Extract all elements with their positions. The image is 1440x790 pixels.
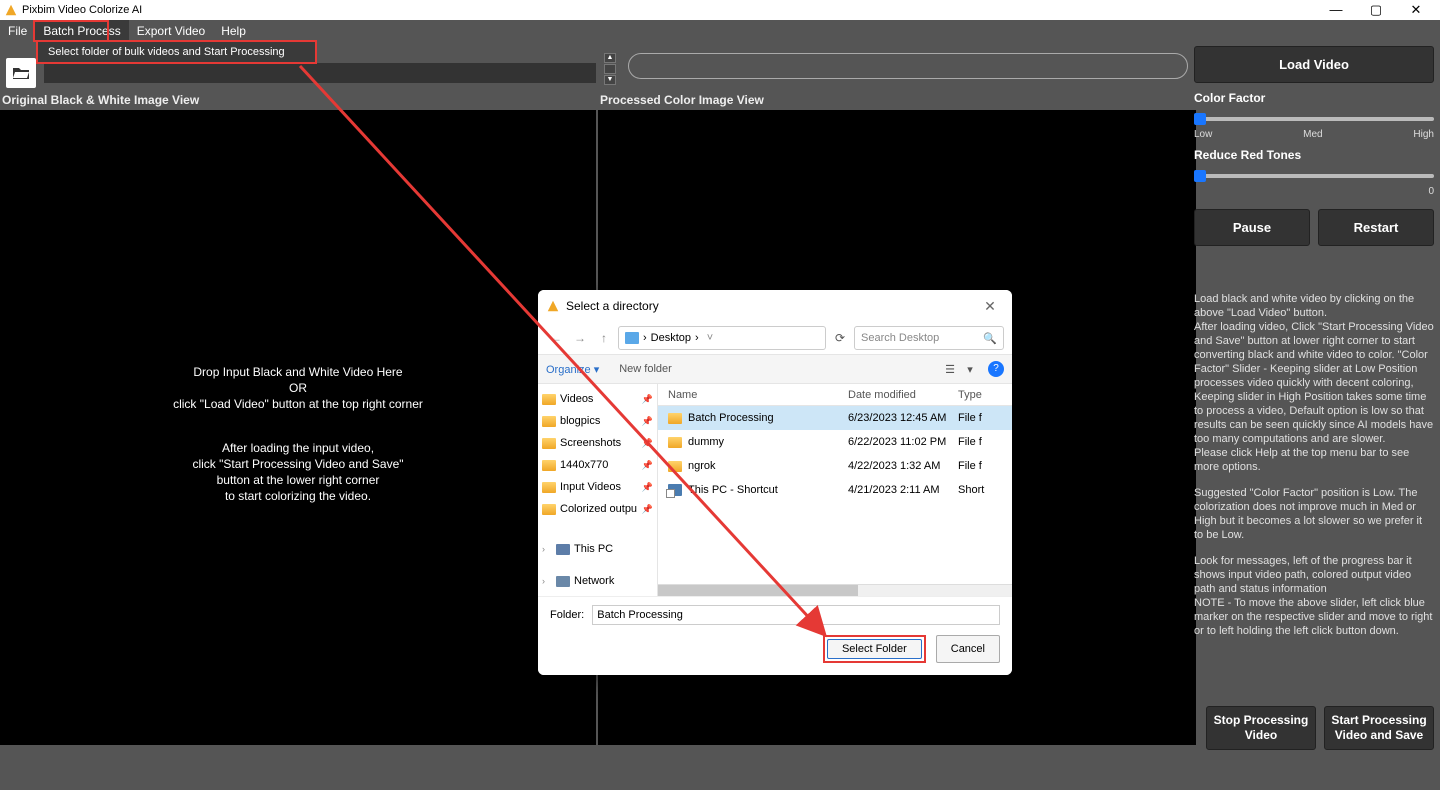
shortcut-icon [668, 484, 682, 496]
reduce-red-label: Reduce Red Tones [1194, 148, 1434, 162]
menu-help[interactable]: Help [213, 20, 254, 42]
dialog-toolbar: Organize ▾ New folder ☰ ▾ ? [538, 354, 1012, 384]
pause-button[interactable]: Pause [1194, 209, 1310, 246]
list-header[interactable]: Name Date modified Type [658, 384, 1012, 406]
load-video-button[interactable]: Load Video [1194, 46, 1434, 83]
app-title: Pixbim Video Colorize AI [22, 4, 142, 16]
dialog-help-icon[interactable]: ? [988, 361, 1004, 377]
close-button[interactable]: ✕ [1396, 0, 1436, 20]
bottom-buttons: Stop Processing Video Start Processing V… [1206, 706, 1434, 750]
file-row[interactable]: ngrok 4/22/2023 1:32 AM File f [658, 454, 1012, 478]
step-down-icon[interactable]: ▼ [604, 75, 616, 85]
dialog-nav: ← → ↑ › Desktop › ˅ ⟳ Search Desktop 🔍 [538, 322, 1012, 354]
color-factor-label: Color Factor [1194, 91, 1434, 105]
menubar: File Batch Process Export Video Help [0, 20, 1440, 42]
reduce-red-ticks: 0 [1194, 186, 1434, 197]
right-sidebar: Load Video Color Factor LowMedHigh Reduc… [1194, 46, 1434, 650]
search-input[interactable]: Search Desktop 🔍 [854, 326, 1004, 350]
desktop-icon [625, 332, 639, 344]
drop-instructions: Drop Input Black and White Video HereORc… [0, 365, 596, 505]
folder-label: Folder: [550, 609, 584, 621]
status-path-field[interactable] [628, 53, 1188, 79]
help-text: Load black and white video by clicking o… [1194, 292, 1434, 650]
nav-forward-icon[interactable]: → [570, 331, 590, 345]
frame-stepper[interactable]: ▲ ▼ [604, 53, 616, 85]
nav-up-icon[interactable]: ↑ [594, 331, 614, 345]
view-mode-dropdown-icon[interactable]: ▾ [960, 363, 980, 376]
panel-original-label: Original Black & White Image View [0, 90, 596, 110]
folder-icon [542, 394, 556, 405]
quick-access-item[interactable]: 1440x770📌 [538, 454, 657, 476]
dialog-footer: Folder: Select Folder Cancel [538, 596, 1012, 675]
dialog-close-button[interactable]: ✕ [976, 298, 1004, 315]
menu-batch-process[interactable]: Batch Process [35, 20, 128, 42]
folder-open-icon [12, 65, 30, 81]
menu-export-video[interactable]: Export Video [129, 20, 214, 42]
quick-access-item[interactable]: Colorized outpu📌 [538, 498, 657, 520]
folder-icon [542, 504, 556, 515]
pc-icon [556, 544, 570, 555]
quick-access-item[interactable]: blogpics📌 [538, 410, 657, 432]
dialog-titlebar: Select a directory ✕ [538, 290, 1012, 322]
folder-name-input[interactable] [592, 605, 1000, 625]
step-up-icon[interactable]: ▲ [604, 53, 616, 63]
step-mid-icon[interactable] [604, 64, 616, 74]
quick-access-item[interactable]: Screenshots📌 [538, 432, 657, 454]
folder-icon [542, 438, 556, 449]
dialog-app-icon [546, 299, 560, 313]
select-folder-button[interactable]: Select Folder [827, 639, 922, 659]
maximize-button[interactable]: ▢ [1356, 0, 1396, 20]
organize-menu[interactable]: Organize ▾ [546, 363, 599, 376]
input-path-field[interactable] [44, 63, 596, 83]
quick-access-item[interactable]: Input Videos📌 [538, 476, 657, 498]
dialog-sidebar: Videos📌blogpics📌Screenshots📌1440x770📌Inp… [538, 384, 658, 596]
original-view[interactable]: Drop Input Black and White Video HereORc… [0, 110, 596, 745]
open-file-button[interactable] [6, 58, 36, 88]
horizontal-scrollbar[interactable] [658, 584, 1012, 596]
folder-icon [542, 460, 556, 471]
panel-original: Original Black & White Image View Drop I… [0, 90, 596, 790]
this-pc-item[interactable]: ›This PC [538, 538, 657, 560]
menu-file[interactable]: File [0, 20, 35, 42]
start-processing-button[interactable]: Start Processing Video and Save [1324, 706, 1434, 750]
annotation-box-select-folder: Select Folder [823, 635, 926, 663]
refresh-icon[interactable]: ⟳ [830, 331, 850, 345]
breadcrumb[interactable]: › Desktop › ˅ [618, 326, 826, 350]
folder-icon [668, 413, 682, 424]
dialog-title: Select a directory [566, 299, 659, 313]
cancel-button[interactable]: Cancel [936, 635, 1000, 663]
folder-icon [542, 416, 556, 427]
restart-button[interactable]: Restart [1318, 209, 1434, 246]
breadcrumb-dropdown-icon[interactable]: ˅ [707, 332, 713, 344]
reduce-red-slider[interactable] [1194, 174, 1434, 178]
titlebar: Pixbim Video Colorize AI — ▢ ✕ [0, 0, 1440, 20]
color-factor-thumb[interactable] [1194, 113, 1206, 125]
file-row[interactable]: Batch Processing 6/23/2023 12:45 AM File… [658, 406, 1012, 430]
nav-back-icon[interactable]: ← [546, 331, 566, 345]
view-mode-icon[interactable]: ☰ [940, 363, 960, 376]
network-item[interactable]: ›Network [538, 570, 657, 592]
dialog-file-list: Name Date modified Type Batch Processing… [658, 384, 1012, 596]
folder-icon [668, 461, 682, 472]
folder-icon [542, 482, 556, 493]
select-directory-dialog: Select a directory ✕ ← → ↑ › Desktop › ˅… [538, 290, 1012, 675]
minimize-button[interactable]: — [1316, 0, 1356, 20]
folder-icon [668, 437, 682, 448]
stop-processing-button[interactable]: Stop Processing Video [1206, 706, 1316, 750]
network-icon [556, 576, 570, 587]
file-row[interactable]: This PC - Shortcut 4/21/2023 2:11 AM Sho… [658, 478, 1012, 502]
new-folder-button[interactable]: New folder [619, 363, 672, 375]
batch-dropdown-item[interactable]: Select folder of bulk videos and Start P… [36, 40, 317, 64]
search-icon: 🔍 [983, 332, 997, 345]
reduce-red-thumb[interactable] [1194, 170, 1206, 182]
panel-processed-label: Processed Color Image View [598, 90, 1196, 110]
color-factor-slider[interactable] [1194, 117, 1434, 121]
app-icon [4, 3, 18, 17]
file-row[interactable]: dummy 6/22/2023 11:02 PM File f [658, 430, 1012, 454]
quick-access-item[interactable]: Videos📌 [538, 388, 657, 410]
color-factor-ticks: LowMedHigh [1194, 129, 1434, 140]
